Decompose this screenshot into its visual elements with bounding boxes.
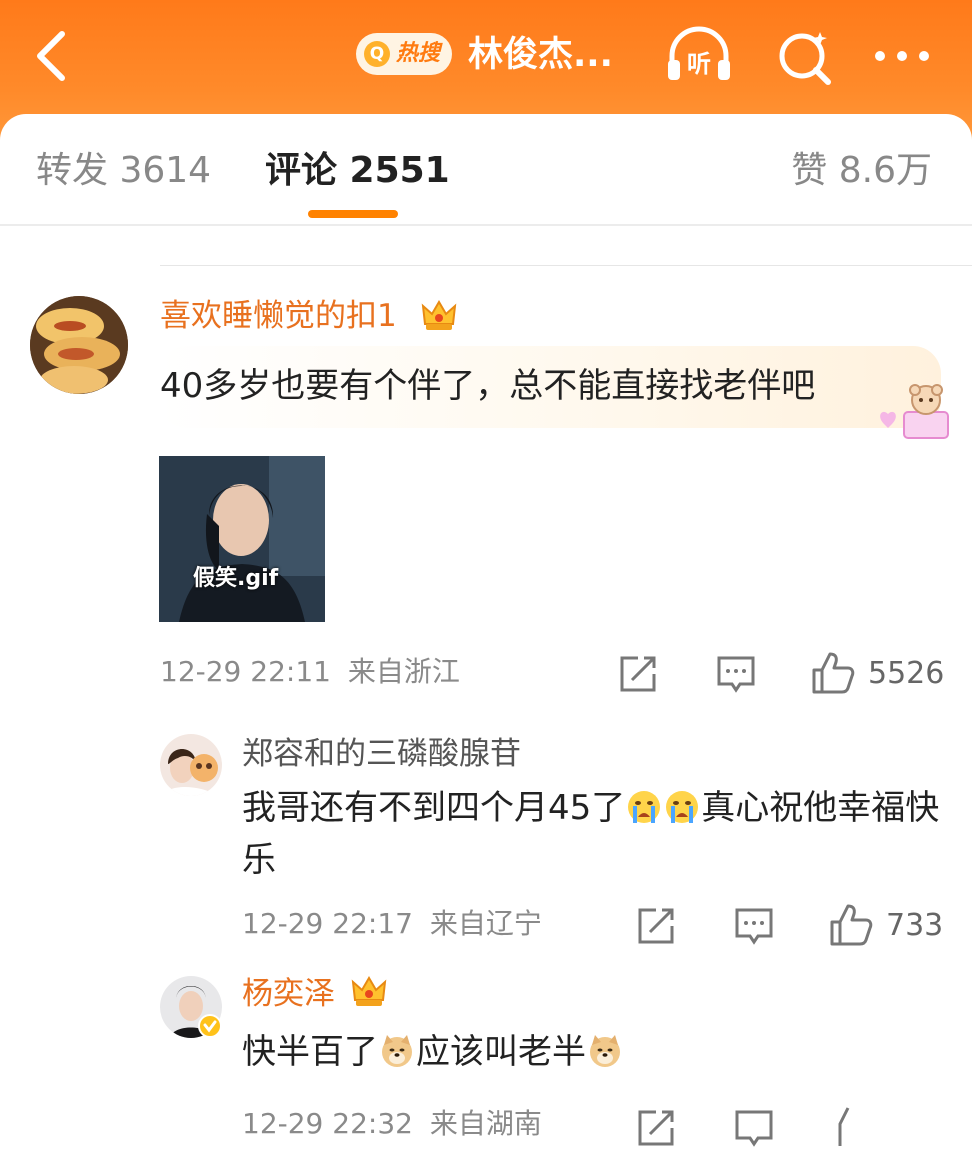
divider <box>160 265 972 266</box>
avatar[interactable] <box>30 296 128 394</box>
listen-headphones-icon[interactable]: 听 <box>664 26 734 86</box>
divider <box>0 224 972 226</box>
bear-gift-decoration-icon <box>872 382 962 440</box>
username[interactable]: 杨奕泽 <box>242 974 335 1014</box>
reply-meta: 12-29 22:32 来自湖南 <box>242 1104 542 1144</box>
reply-meta: 12-29 22:17 来自辽宁 <box>242 904 542 944</box>
crying-face-icon <box>664 788 700 824</box>
comment-icon[interactable] <box>732 1106 776 1150</box>
like-count: 5526 <box>868 656 945 691</box>
svg-text:听: 听 <box>687 50 711 78</box>
doge-face-icon <box>379 1032 415 1068</box>
share-icon[interactable] <box>634 904 678 948</box>
tab-comment[interactable]: 评论 2551 <box>265 146 450 196</box>
comments-panel: 转发 3614 评论 2551 赞 8.6万 喜欢睡懒觉的扣1 40多岁也要有个… <box>0 114 972 1156</box>
verified-badge-icon <box>198 1014 222 1038</box>
comment-icon[interactable] <box>714 652 758 696</box>
interaction-tabs: 转发 3614 评论 2551 赞 8.6万 <box>0 114 972 226</box>
comment-text: 40多岁也要有个伴了，总不能直接找老伴吧 <box>160 366 816 406</box>
reply-time: 12-29 22:17 <box>242 907 413 940</box>
username[interactable]: 郑容和的三磷酸腺苷 <box>242 734 521 774</box>
comment-time: 12-29 22:11 <box>160 655 331 688</box>
hot-search-badge[interactable]: Q 热搜 <box>356 33 452 75</box>
share-icon[interactable] <box>616 652 660 696</box>
gif-caption: 假笑.gif <box>193 566 279 591</box>
like-thumbs-up-icon[interactable] <box>828 902 874 948</box>
tab-repost[interactable]: 转发 3614 <box>36 146 211 196</box>
gif-image[interactable]: 假笑.gif <box>159 456 325 622</box>
reply-text: 快半百了 应该叫老半 <box>242 1026 624 1078</box>
share-icon[interactable] <box>634 1106 678 1150</box>
vip-crown-icon <box>420 296 458 334</box>
tab-like[interactable]: 赞 8.6万 <box>791 146 932 196</box>
doge-face-icon <box>587 1032 623 1068</box>
reply-time: 12-29 22:32 <box>242 1107 413 1140</box>
like-thumbs-up-icon[interactable] <box>810 650 856 696</box>
reply-location: 来自湖南 <box>429 1107 542 1140</box>
reply-location: 来自辽宁 <box>429 907 542 940</box>
page-title[interactable]: 林俊杰... <box>468 30 613 80</box>
comment-icon[interactable] <box>732 904 776 948</box>
username[interactable]: 喜欢睡懒觉的扣1 <box>160 296 397 336</box>
more-options-icon[interactable] <box>870 26 940 86</box>
hot-search-label: 热搜 <box>396 41 441 66</box>
comment-meta: 12-29 22:11 来自浙江 <box>160 652 460 692</box>
crying-face-icon <box>626 788 662 824</box>
avatar[interactable] <box>160 734 222 796</box>
active-tab-indicator <box>308 210 398 218</box>
search-icon[interactable] <box>772 26 842 86</box>
reply-text: 我哥还有不到四个月45了 真心祝他幸福快乐 <box>242 788 940 880</box>
like-thumbs-up-icon[interactable] <box>828 1104 874 1150</box>
back-arrow-icon[interactable] <box>30 28 76 84</box>
vip-crown-icon <box>350 972 388 1010</box>
comment-location: 来自浙江 <box>347 655 460 688</box>
like-count: 733 <box>886 908 944 943</box>
